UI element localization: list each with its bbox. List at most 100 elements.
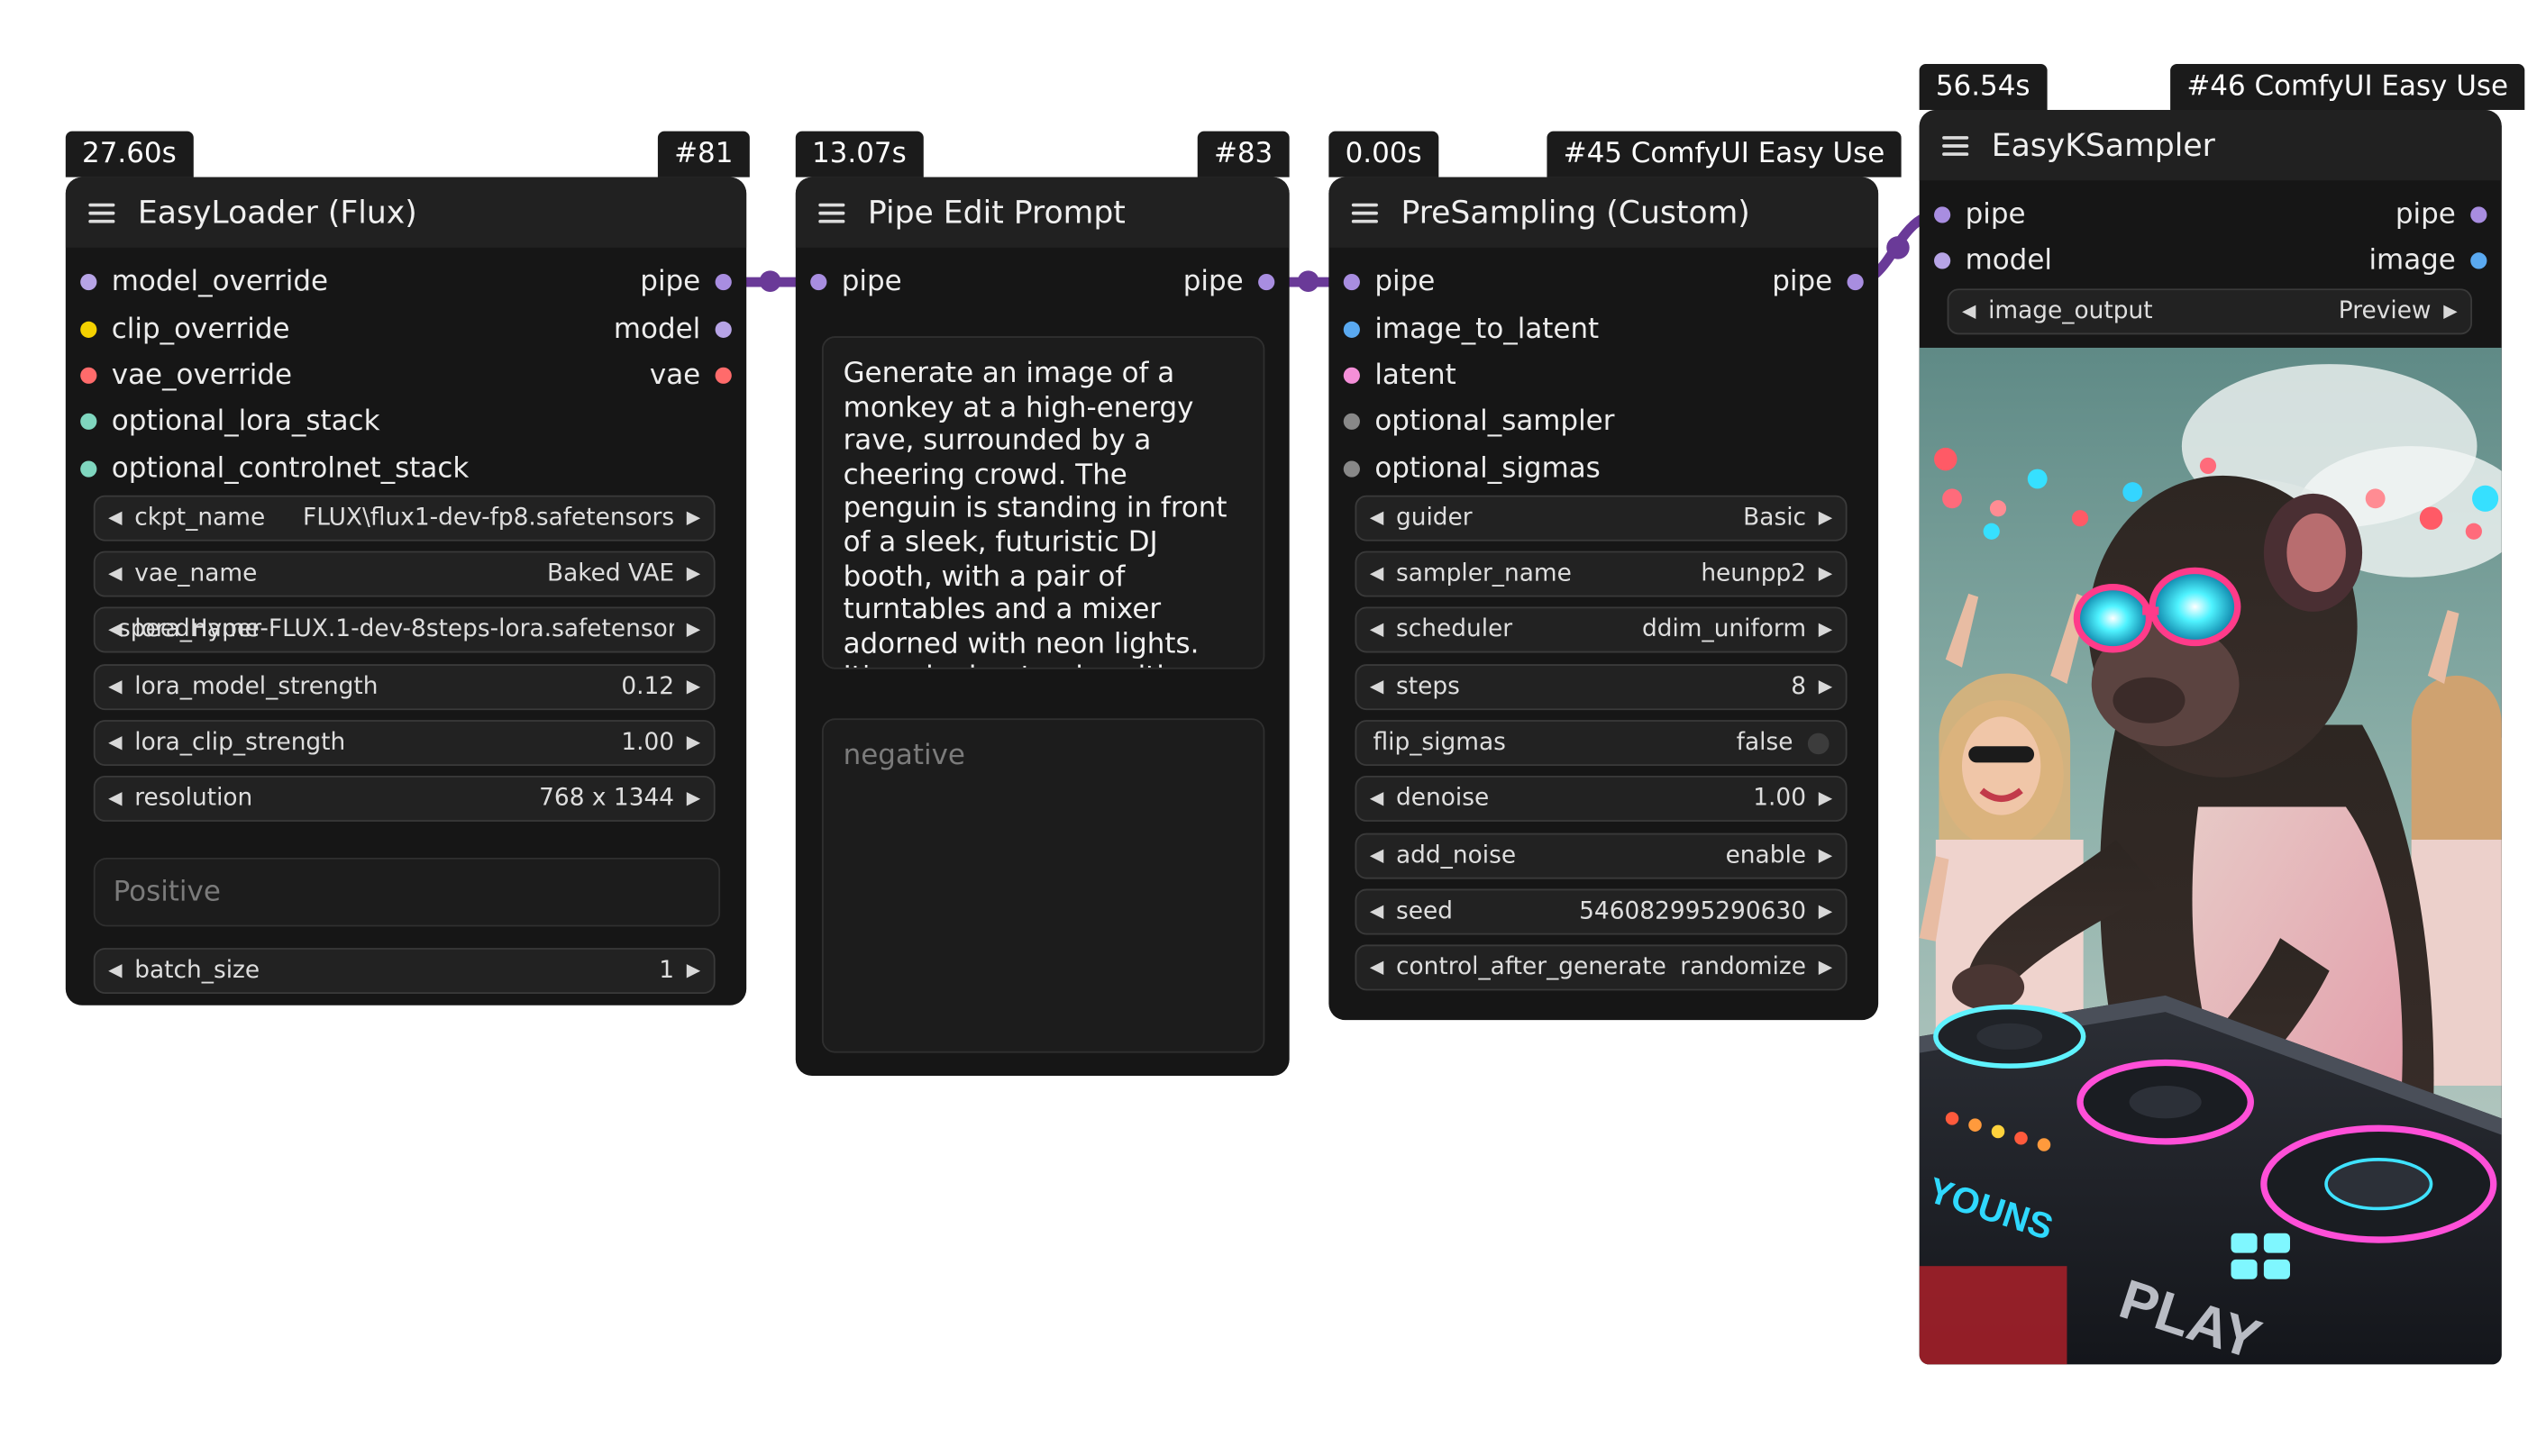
- arrow-left-icon[interactable]: ◀: [1370, 778, 1383, 820]
- arrow-right-icon[interactable]: ▶: [1819, 834, 1832, 877]
- slot-dot-icon: [1847, 273, 1864, 291]
- widget-ckpt-name[interactable]: ◀ ckpt_name FLUX\flux1-dev-fp8.safetenso…: [93, 495, 716, 541]
- input-optional-controlnet-stack[interactable]: optional_controlnet_stack: [80, 448, 469, 490]
- input-model-override[interactable]: model_override: [80, 260, 328, 303]
- arrow-left-icon[interactable]: ◀: [108, 950, 122, 992]
- arrow-right-icon[interactable]: ▶: [1819, 552, 1832, 595]
- node-presampling-custom[interactable]: PreSampling (Custom) pipe pipe image_to_…: [1328, 177, 1879, 1021]
- widget-vae-name[interactable]: ◀ vae_name Baked VAE ▶: [93, 551, 716, 597]
- node-easyksampler[interactable]: EasyKSampler pipe pipe model image ◀ ima…: [1919, 109, 2502, 1365]
- widget-control-after-generate[interactable]: ◀ control_after_generate randomize ▶: [1355, 944, 1848, 991]
- output-pipe[interactable]: pipe: [1183, 260, 1275, 303]
- node-title: EasyKSampler: [1991, 127, 2215, 164]
- input-image-to-latent[interactable]: image_to_latent: [1343, 308, 1599, 350]
- input-clip-override[interactable]: clip_override: [80, 308, 290, 350]
- node-header[interactable]: EasyKSampler: [1919, 109, 2502, 181]
- arrow-right-icon[interactable]: ▶: [1819, 608, 1832, 651]
- widget-lora-model-strength[interactable]: ◀ lora_model_strength 0.12 ▶: [93, 664, 716, 711]
- input-pipe[interactable]: pipe: [1934, 194, 2026, 236]
- arrow-left-icon[interactable]: ◀: [1370, 834, 1383, 877]
- arrow-right-icon[interactable]: ▶: [1819, 497, 1832, 540]
- input-optional-sampler[interactable]: optional_sampler: [1343, 400, 1614, 442]
- slot-dot-icon: [715, 273, 732, 291]
- node-easyloader-flux[interactable]: EasyLoader (Flux) model_override pipe cl…: [65, 177, 747, 1006]
- slot-dot-icon: [80, 321, 97, 338]
- input-pipe[interactable]: pipe: [1343, 260, 1435, 303]
- negative-prompt-textarea[interactable]: negative: [821, 718, 1265, 1053]
- arrow-right-icon[interactable]: ▶: [687, 552, 700, 595]
- widget-seed[interactable]: ◀ seed 546082995290630 ▶: [1355, 888, 1848, 935]
- input-optional-lora-stack[interactable]: optional_lora_stack: [80, 400, 379, 442]
- input-latent[interactable]: latent: [1343, 354, 1456, 396]
- arrow-right-icon[interactable]: ▶: [1819, 946, 1832, 988]
- arrow-right-icon[interactable]: ▶: [1819, 890, 1832, 933]
- slot-dot-icon: [1258, 273, 1275, 291]
- arrow-left-icon[interactable]: ◀: [108, 552, 122, 595]
- slot-dot-icon: [80, 460, 97, 478]
- arrow-left-icon[interactable]: ◀: [1962, 290, 1976, 332]
- widget-flip-sigmas-toggle[interactable]: flip_sigmas false: [1355, 720, 1848, 767]
- slot-dot-icon: [715, 367, 732, 384]
- widget-guider[interactable]: ◀ guider Basic ▶: [1355, 495, 1848, 541]
- arrow-left-icon[interactable]: ◀: [1370, 666, 1383, 708]
- output-pipe[interactable]: pipe: [1772, 260, 1864, 303]
- input-model[interactable]: model: [1934, 240, 2052, 282]
- link-midpoint[interactable]: [759, 270, 781, 292]
- arrow-right-icon[interactable]: ▶: [2443, 290, 2457, 332]
- output-vae[interactable]: vae: [650, 354, 732, 396]
- arrow-right-icon[interactable]: ▶: [687, 608, 700, 651]
- output-pipe[interactable]: pipe: [640, 260, 732, 303]
- output-pipe[interactable]: pipe: [2395, 194, 2487, 236]
- widget-steps[interactable]: ◀ steps 8 ▶: [1355, 664, 1848, 711]
- widget-denoise[interactable]: ◀ denoise 1.00 ▶: [1355, 775, 1848, 822]
- arrow-right-icon[interactable]: ▶: [687, 722, 700, 764]
- positive-prompt-input[interactable]: Positive: [93, 857, 721, 927]
- arrow-right-icon[interactable]: ▶: [1819, 666, 1832, 708]
- node-header[interactable]: EasyLoader (Flux): [65, 177, 747, 248]
- widget-scheduler[interactable]: ◀ scheduler ddim_uniform ▶: [1355, 606, 1848, 653]
- positive-prompt-textarea[interactable]: Generate an image of a monkey at a high-…: [821, 336, 1265, 669]
- arrow-left-icon[interactable]: ◀: [1370, 890, 1383, 933]
- arrow-right-icon[interactable]: ▶: [687, 497, 700, 540]
- slot-dot-icon: [2470, 206, 2487, 223]
- widget-lora-name[interactable]: ◀ lora_name speedHyper-FLUX.1-dev-8steps…: [93, 606, 716, 653]
- input-optional-sigmas[interactable]: optional_sigmas: [1343, 448, 1601, 490]
- arrow-right-icon[interactable]: ▶: [1819, 778, 1832, 820]
- menu-icon[interactable]: [818, 202, 845, 223]
- node-header[interactable]: PreSampling (Custom): [1328, 177, 1879, 248]
- toggle-switch-icon[interactable]: [1807, 733, 1830, 755]
- menu-icon[interactable]: [88, 202, 115, 223]
- link-midpoint[interactable]: [1297, 270, 1319, 292]
- widget-batch-size[interactable]: ◀ batch_size 1 ▶: [93, 948, 716, 995]
- widget-add-noise[interactable]: ◀ add_noise enable ▶: [1355, 833, 1848, 879]
- output-model[interactable]: model: [614, 308, 732, 350]
- arrow-left-icon[interactable]: ◀: [108, 722, 122, 764]
- slot-dot-icon: [1343, 367, 1360, 384]
- node-title: EasyLoader (Flux): [137, 194, 417, 231]
- node-header[interactable]: Pipe Edit Prompt: [795, 177, 1290, 248]
- widget-image-output[interactable]: ◀ image_output Preview ▶: [1947, 288, 2473, 335]
- input-vae-override[interactable]: vae_override: [80, 354, 292, 396]
- arrow-left-icon[interactable]: ◀: [108, 778, 122, 820]
- arrow-right-icon[interactable]: ▶: [687, 666, 700, 708]
- arrow-left-icon[interactable]: ◀: [1370, 552, 1383, 595]
- execution-time-badge: 27.60s: [65, 131, 193, 177]
- menu-icon[interactable]: [1351, 202, 1378, 223]
- widget-resolution[interactable]: ◀ resolution 768 x 1344 ▶: [93, 775, 716, 822]
- arrow-left-icon[interactable]: ◀: [1370, 946, 1383, 988]
- arrow-left-icon[interactable]: ◀: [108, 497, 122, 540]
- node-pipe-edit-prompt[interactable]: Pipe Edit Prompt pipe pipe Generate an i…: [795, 177, 1290, 1077]
- widget-sampler-name[interactable]: ◀ sampler_name heunpp2 ▶: [1355, 551, 1848, 597]
- arrow-left-icon[interactable]: ◀: [1370, 497, 1383, 540]
- arrow-left-icon[interactable]: ◀: [108, 666, 122, 708]
- menu-icon[interactable]: [1942, 135, 1969, 156]
- slot-dot-icon: [1934, 206, 1951, 223]
- arrow-right-icon[interactable]: ▶: [687, 778, 700, 820]
- node-id-badge: #81: [657, 131, 750, 177]
- input-pipe[interactable]: pipe: [810, 260, 902, 303]
- arrow-right-icon[interactable]: ▶: [687, 950, 700, 992]
- node-id-badge: #83: [1197, 131, 1290, 177]
- output-image[interactable]: image: [2368, 240, 2487, 282]
- widget-lora-clip-strength[interactable]: ◀ lora_clip_strength 1.00 ▶: [93, 720, 716, 767]
- arrow-left-icon[interactable]: ◀: [1370, 608, 1383, 651]
